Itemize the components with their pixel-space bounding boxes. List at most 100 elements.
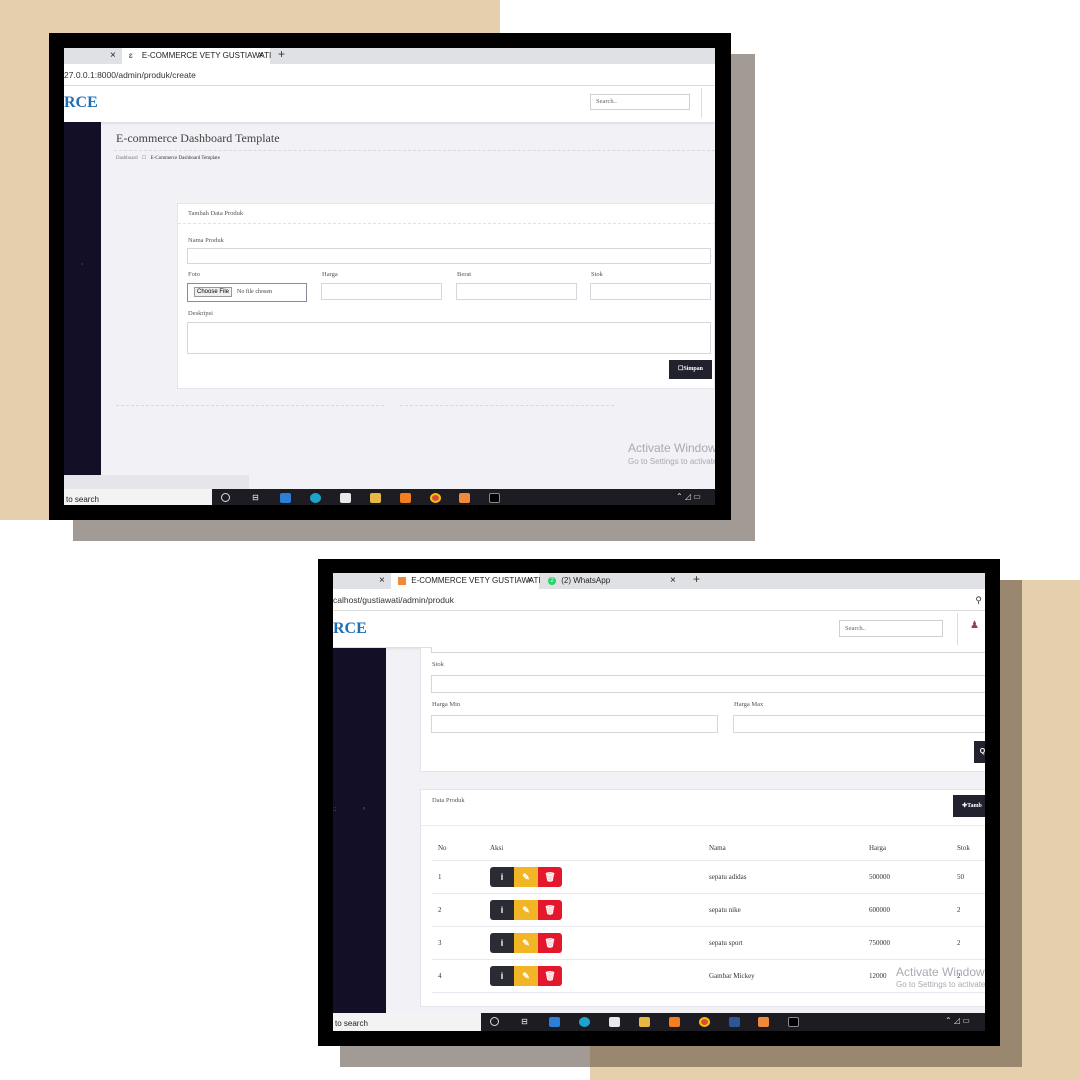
table-header-row: No Aksi Nama Harga Stok: [432, 836, 985, 861]
close-icon[interactable]: ×: [670, 573, 676, 589]
stok-label: Stok: [591, 271, 603, 278]
berat-label: Berat: [457, 271, 472, 278]
address-bar[interactable]: 27.0.0.1:8000/admin/produk/create: [64, 64, 715, 86]
activate-windows-title: Activate Windows: [628, 441, 715, 455]
favicon-icon: ɛ: [129, 51, 133, 60]
info-button[interactable]: i: [490, 866, 514, 887]
column-header-harga[interactable]: Harga: [869, 836, 957, 861]
info-button[interactable]: i: [490, 932, 514, 953]
xampp-icon[interactable]: [758, 1017, 769, 1027]
edit-button[interactable]: ✎: [514, 965, 538, 986]
cell-harga: 750000: [869, 926, 957, 960]
edge-icon[interactable]: [310, 493, 321, 503]
chrome-icon[interactable]: [430, 493, 441, 503]
choose-file-button[interactable]: Choose File: [194, 287, 233, 297]
column-header-stok[interactable]: Stok: [957, 836, 985, 861]
system-tray-icons[interactable]: ⌃ ◿ ▭: [676, 492, 701, 501]
info-button[interactable]: i: [490, 899, 514, 920]
sublime-icon[interactable]: [669, 1017, 680, 1027]
taskbar-search[interactable]: to search: [64, 489, 212, 505]
close-icon[interactable]: ×: [258, 48, 264, 64]
system-tray-icons[interactable]: ⌃ ◿ ▭: [945, 1016, 970, 1025]
cortana-circle-icon[interactable]: [490, 1017, 499, 1026]
harga-min-label: Harga Min: [432, 701, 461, 708]
address-bar[interactable]: calhost/gustiawati/admin/produk ⚲: [333, 589, 985, 611]
search-input[interactable]: Search..: [839, 620, 943, 637]
close-icon[interactable]: ×: [379, 573, 385, 589]
add-product-button[interactable]: ✚Tamb: [953, 795, 985, 817]
edit-button[interactable]: ✎: [514, 932, 538, 953]
horizontal-scrollbar[interactable]: [64, 475, 249, 489]
terminal-icon[interactable]: [489, 493, 500, 503]
browser-window-1: × ɛ E-COMMERCE VETY GUSTIAWATI × + 27.0.…: [64, 48, 715, 505]
brand-logo[interactable]: RCE: [333, 620, 367, 638]
tab-inactive[interactable]: ×: [333, 573, 391, 589]
cell-stok: 50: [957, 860, 985, 894]
browser-window-2: × E-COMMERCE VETY GUSTIAWATI × 2 (2) Wha…: [333, 573, 985, 1031]
column-header-no[interactable]: No: [432, 836, 490, 861]
edit-button[interactable]: ✎: [514, 866, 538, 887]
harga-input[interactable]: [321, 283, 442, 300]
delete-button[interactable]: 🗑: [538, 899, 562, 920]
cortana-circle-icon[interactable]: [221, 493, 230, 502]
new-tab-button[interactable]: +: [278, 48, 285, 61]
card-title: Data Produk: [432, 797, 465, 804]
edge-icon[interactable]: [579, 1017, 590, 1027]
task-view-icon[interactable]: ⊟: [519, 1017, 530, 1027]
stok-filter-input[interactable]: [431, 675, 985, 693]
column-header-aksi[interactable]: Aksi: [490, 836, 709, 861]
chrome-icon[interactable]: [699, 1017, 710, 1027]
info-button[interactable]: i: [490, 965, 514, 986]
divider: [421, 825, 985, 826]
close-icon[interactable]: ×: [527, 573, 533, 589]
berat-input[interactable]: [456, 283, 577, 300]
deskripsi-textarea[interactable]: [187, 322, 711, 354]
user-avatar-icon[interactable]: ♟: [970, 620, 979, 631]
sidebar-collapse-icon[interactable]: ›: [363, 806, 365, 812]
filter-input-top[interactable]: [431, 647, 985, 653]
cell-nama: sepatu nike: [709, 893, 869, 927]
store-icon[interactable]: [609, 1017, 620, 1027]
cell-no: 3: [432, 926, 490, 960]
save-button[interactable]: ☐Simpan: [669, 360, 712, 379]
harga-max-input[interactable]: [733, 715, 985, 733]
file-input[interactable]: Choose File No file chosen: [187, 283, 307, 302]
tab-ecommerce[interactable]: ɛ E-COMMERCE VETY GUSTIAWATI ×: [122, 48, 271, 64]
store-icon[interactable]: [340, 493, 351, 503]
sublime-icon[interactable]: [400, 493, 411, 503]
taskbar-search[interactable]: to search: [333, 1013, 481, 1031]
search-input[interactable]: Search..: [590, 94, 690, 110]
xampp-icon[interactable]: [459, 493, 470, 503]
divider: [701, 88, 702, 118]
mail-icon[interactable]: [280, 493, 291, 503]
file-explorer-icon[interactable]: [370, 493, 381, 503]
tab-inactive[interactable]: ×: [64, 48, 122, 64]
stok-input[interactable]: [590, 283, 711, 300]
mail-icon[interactable]: [549, 1017, 560, 1027]
delete-button[interactable]: 🗑: [538, 932, 562, 953]
table-row: 3 i ✎ 🗑 sepatu sport 750000 2: [432, 926, 985, 960]
harga-max-label: Harga Max: [734, 701, 764, 708]
delete-button[interactable]: 🗑: [538, 866, 562, 887]
app-header: RCE Search..: [64, 86, 715, 122]
terminal-icon[interactable]: [788, 1017, 799, 1027]
edit-button[interactable]: ✎: [514, 899, 538, 920]
tab-ecommerce[interactable]: E-COMMERCE VETY GUSTIAWATI ×: [391, 573, 541, 589]
word-icon[interactable]: [729, 1017, 740, 1027]
zoom-icon[interactable]: ⚲: [975, 589, 982, 611]
file-explorer-icon[interactable]: [639, 1017, 650, 1027]
brand-logo[interactable]: RCE: [64, 94, 98, 112]
filter-submit-button[interactable]: Q: [974, 741, 985, 763]
divider: [957, 613, 958, 645]
close-icon[interactable]: ×: [110, 48, 116, 64]
harga-min-input[interactable]: [431, 715, 718, 733]
tab-whatsapp[interactable]: 2 (2) WhatsApp ×: [544, 573, 688, 589]
new-tab-button[interactable]: +: [693, 573, 700, 586]
nama-produk-input[interactable]: [187, 248, 711, 264]
task-view-icon[interactable]: ⊟: [250, 493, 261, 503]
column-header-nama[interactable]: Nama: [709, 836, 869, 861]
delete-button[interactable]: 🗑: [538, 965, 562, 986]
sidebar: ·: [64, 122, 101, 478]
breadcrumb-item-dashboard[interactable]: Dashboard: [116, 156, 138, 161]
harga-label: Harga: [322, 271, 338, 278]
